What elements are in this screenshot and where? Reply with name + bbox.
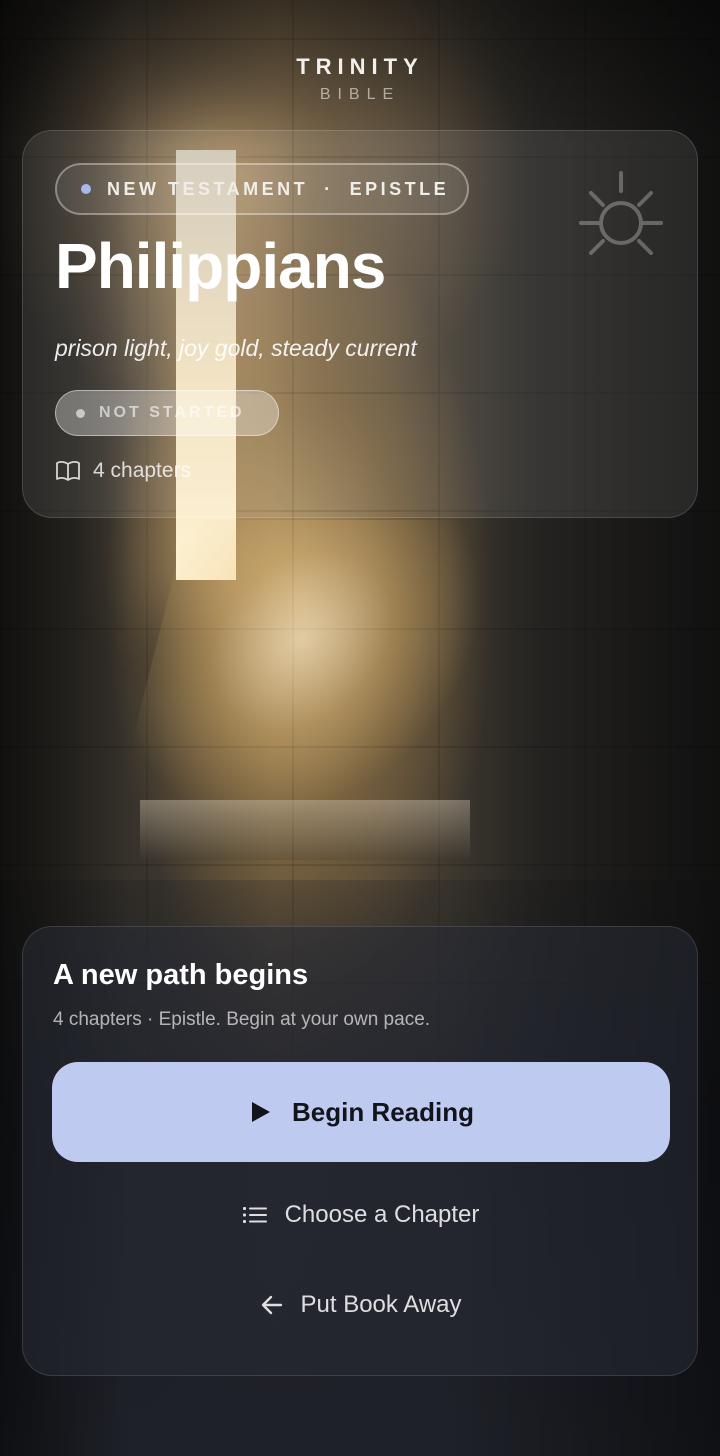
testament-label: NEW TESTAMENT: [107, 178, 309, 199]
sun-icon: [579, 171, 663, 255]
chapter-count-label: 4 chapters: [93, 459, 192, 482]
panel-heading: A new path begins: [53, 959, 309, 991]
begin-reading-button[interactable]: Begin Reading: [52, 1062, 670, 1162]
book-open-icon: [56, 461, 80, 481]
choose-chapter-button[interactable]: Choose a Chapter: [52, 1185, 670, 1245]
chapter-count: 4 chapters: [55, 459, 191, 483]
genre-label: EPISTLE: [349, 178, 450, 199]
category-separator: ·: [324, 178, 334, 199]
put-book-away-button[interactable]: Put Book Away: [52, 1275, 670, 1335]
choose-chapter-label: Choose a Chapter: [284, 1201, 480, 1228]
book-info-card: NEW TESTAMENT · EPISTLE Philippians pris…: [22, 130, 698, 518]
begin-reading-label: Begin Reading: [291, 1096, 474, 1127]
arrow-left-icon: [261, 1295, 282, 1315]
start-panel: A new path begins 4 chapters · Epistle. …: [22, 926, 698, 1376]
book-title: Philippians: [55, 230, 386, 302]
put-book-away-label: Put Book Away: [300, 1291, 462, 1318]
panel-description: 4 chapters · Epistle. Begin at your own …: [53, 1009, 431, 1030]
brand-subtitle: BIBLE: [319, 86, 401, 103]
status-dot: [76, 408, 85, 418]
category-dot: [81, 184, 91, 194]
status-badge: NOT STARTED: [55, 390, 279, 436]
list-icon: [242, 1207, 267, 1223]
app-logo: TRINITY BIBLE: [0, 54, 720, 104]
status-label: NOT STARTED: [99, 404, 245, 421]
play-icon: [251, 1102, 270, 1122]
category-pill: NEW TESTAMENT · EPISTLE: [55, 163, 469, 215]
book-tagline: prison light, joy gold, steady current: [55, 335, 417, 361]
brand-title: TRINITY: [296, 54, 424, 79]
